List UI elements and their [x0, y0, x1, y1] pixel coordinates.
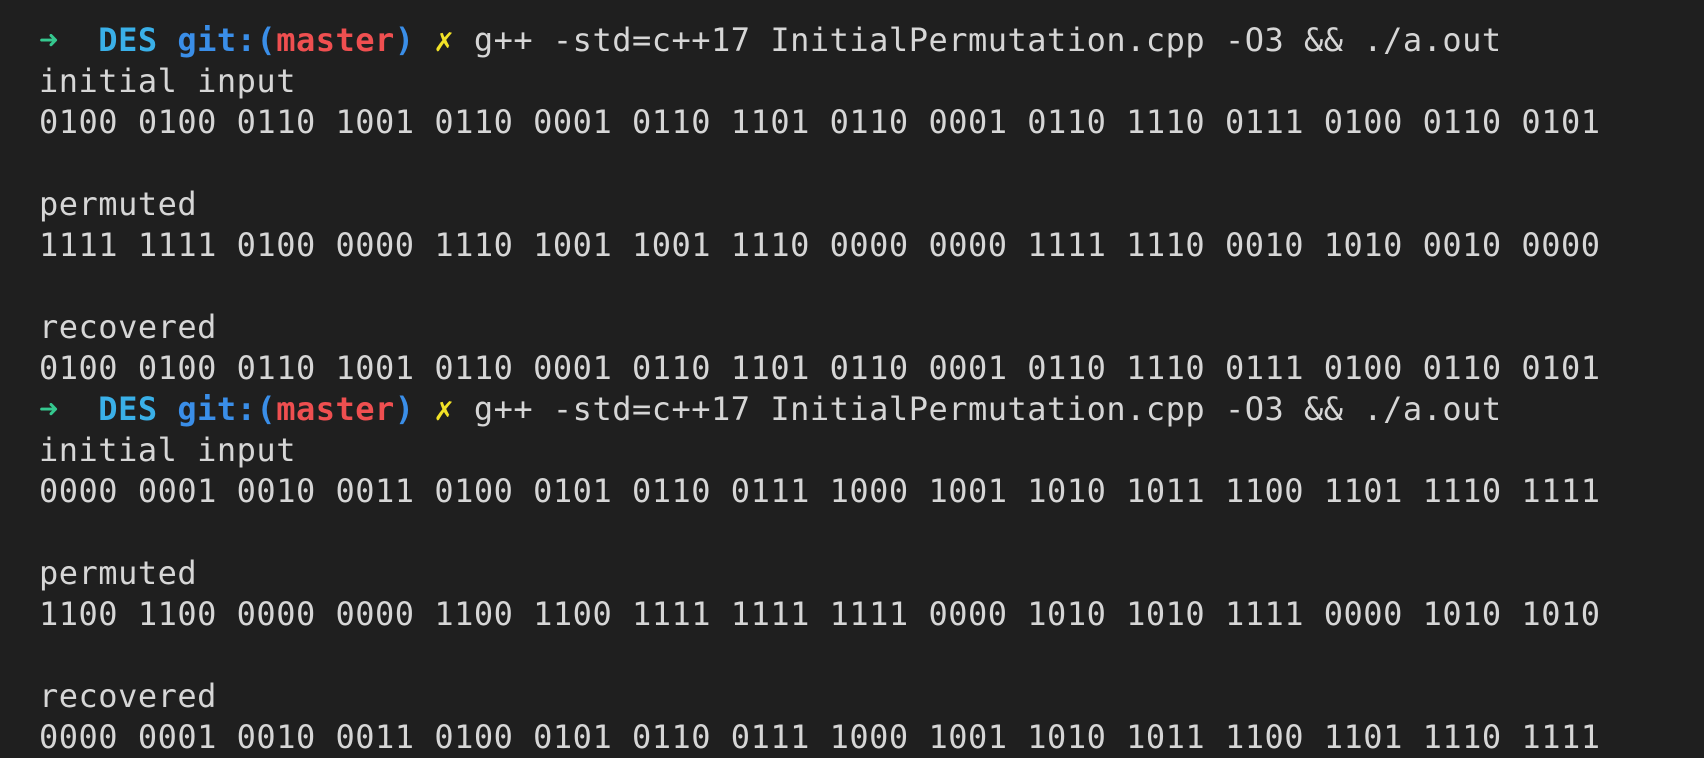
prompt-line: ➜ DES git:(master) ✗ g++ -std=c++17 Init… [39, 389, 1704, 430]
dirty-status-icon: ✗ [434, 21, 455, 59]
output-bits-initial: 0100 0100 0110 1001 0110 0001 0110 1101 … [39, 103, 1601, 141]
terminal-window[interactable]: ➜ DES git:(master) ✗ g++ -std=c++17 Init… [0, 0, 1704, 758]
dirty-status-icon: ✗ [434, 390, 455, 428]
output-bits-permuted: 1100 1100 0000 0000 1100 1100 1111 1111 … [39, 595, 1601, 633]
current-directory: DES [98, 390, 158, 428]
command-text: g++ -std=c++17 InitialPermutation.cpp -O… [473, 390, 1502, 428]
output-label-initial: initial input [39, 431, 296, 469]
git-prefix: git:( [177, 390, 277, 428]
git-suffix: ) [394, 390, 415, 428]
output-bits-recovered: 0100 0100 0110 1001 0110 0001 0110 1101 … [39, 349, 1601, 387]
command-text: g++ -std=c++17 InitialPermutation.cpp -O… [473, 21, 1502, 59]
git-prefix: git:( [177, 21, 277, 59]
output-bits-recovered: 0000 0001 0010 0011 0100 0101 0110 0111 … [39, 718, 1601, 756]
output-label-initial: initial input [39, 62, 296, 100]
output-bits-permuted: 1111 1111 0100 0000 1110 1001 1001 1110 … [39, 226, 1601, 264]
prompt-arrow-icon: ➜ [39, 390, 59, 428]
current-directory: DES [98, 21, 158, 59]
output-label-permuted: permuted [39, 185, 198, 223]
git-branch: master [276, 390, 395, 428]
prompt-arrow-icon: ➜ [39, 21, 59, 59]
git-branch: master [276, 21, 395, 59]
output-bits-initial: 0000 0001 0010 0011 0100 0101 0110 0111 … [39, 472, 1601, 510]
prompt-line: ➜ DES git:(master) ✗ g++ -std=c++17 Init… [39, 20, 1704, 61]
output-label-recovered: recovered [39, 677, 217, 715]
output-label-permuted: permuted [39, 554, 198, 592]
output-label-recovered: recovered [39, 308, 217, 346]
git-suffix: ) [394, 21, 415, 59]
